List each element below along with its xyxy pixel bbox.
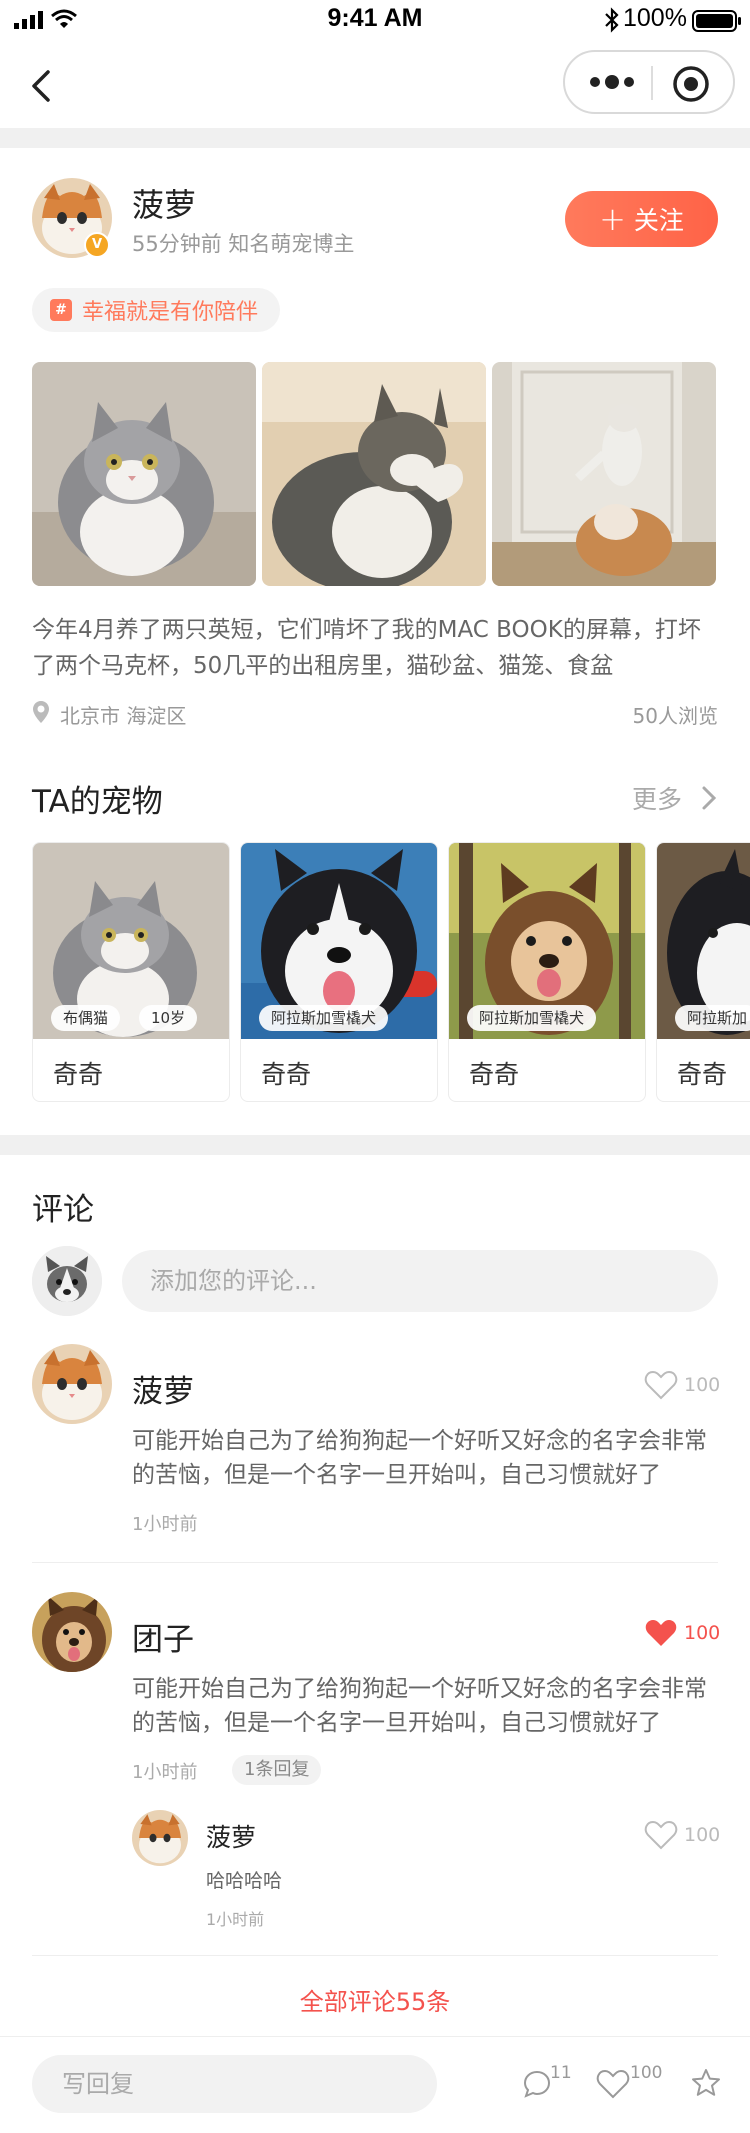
comment-like-count: 100 <box>684 1374 721 1396</box>
follow-label: 关注 <box>633 206 684 235</box>
heart-outline-icon[interactable] <box>596 2069 630 2099</box>
reply-like-count: 100 <box>684 1824 721 1846</box>
heart-outline-icon[interactable] <box>644 1820 678 1850</box>
mini-program-capsule <box>563 50 735 114</box>
pet-name: 奇奇 <box>677 1060 728 1089</box>
bottom-bar: 写回复 11 100 <box>0 2036 750 2133</box>
battery-percent: 100% <box>623 4 687 32</box>
reply-author[interactable]: 菠萝 <box>206 1818 256 1854</box>
pet-tag: 阿拉斯加 <box>675 1005 750 1031</box>
comment-divider <box>32 1955 718 1956</box>
author-meta: 55分钟前 知名萌宠博主 <box>132 232 355 256</box>
battery-icon <box>692 10 741 32</box>
comment-bubble-icon[interactable] <box>522 2069 552 2099</box>
pet-card[interactable]: 阿拉斯加雪橇犬 奇奇 <box>240 842 438 1102</box>
reply-avatar[interactable] <box>132 1810 188 1866</box>
heart-outline-icon[interactable] <box>644 1370 678 1400</box>
pet-name: 奇奇 <box>469 1060 520 1089</box>
status-bar: 9:41 AM 100% <box>0 0 750 40</box>
comment-author[interactable]: 团子 <box>132 1614 194 1659</box>
author-name[interactable]: 菠萝 <box>132 180 196 226</box>
location-pin-icon <box>33 701 49 723</box>
post-image-2[interactable] <box>262 362 486 586</box>
all-comments-link[interactable]: 全部评论55条 <box>0 1982 750 2017</box>
section-divider <box>0 128 750 148</box>
pet-tag: 10岁 <box>139 1005 198 1031</box>
comment-like-count: 100 <box>684 1622 721 1644</box>
comment-text: 可能开始自己为了给狗狗起一个好听又好念的名字会非常的苦恼，但是一个名字一旦开始叫… <box>132 1676 707 1736</box>
like-count: 100 <box>630 2063 663 2083</box>
section-divider <box>0 1135 750 1155</box>
reply-time: 1小时前 <box>206 1910 265 1929</box>
pet-name: 奇奇 <box>53 1060 104 1089</box>
reply-text: 哈哈哈哈 <box>206 1870 283 1892</box>
verified-badge: V <box>84 232 110 258</box>
pet-card[interactable]: 阿拉斯加 奇奇 <box>656 842 750 1102</box>
follow-button[interactable]: + 关注 <box>565 191 718 247</box>
post-location: 北京市 海淀区 <box>60 704 187 728</box>
reply-input[interactable]: 写回复 <box>32 2055 437 2113</box>
comment-time: 1小时前 <box>132 1514 198 1535</box>
pet-tag: 阿拉斯加雪橇犬 <box>259 1005 389 1031</box>
bluetooth-icon <box>605 7 619 33</box>
capsule-divider <box>651 66 653 100</box>
comment-input[interactable]: 添加您的评论... <box>122 1250 718 1312</box>
nav-bar <box>0 40 750 128</box>
pets-more-link[interactable]: 更多 <box>632 780 682 816</box>
pet-card[interactable]: 阿拉斯加雪橇犬 奇奇 <box>448 842 646 1102</box>
more-dots-icon[interactable] <box>585 62 639 102</box>
pet-name: 奇奇 <box>261 1060 312 1089</box>
star-icon[interactable] <box>690 2067 722 2099</box>
comment-divider <box>32 1562 718 1563</box>
topic-tag[interactable]: # 幸福就是有你陪伴 <box>32 288 281 332</box>
heart-filled-icon[interactable] <box>644 1618 678 1648</box>
comment-avatar[interactable] <box>32 1592 112 1672</box>
pet-card[interactable]: 布偶猫 10岁 奇奇 <box>32 842 230 1102</box>
comment-time: 1小时前 <box>132 1762 198 1783</box>
topic-text: 幸福就是有你陪伴 <box>82 300 259 325</box>
pet-tag: 布偶猫 <box>51 1005 121 1031</box>
comments-section-title: 评论 <box>32 1192 94 1228</box>
plus-icon: + <box>599 200 626 238</box>
pet-tag: 阿拉斯加雪橇犬 <box>467 1005 597 1031</box>
comment-count: 11 <box>550 2063 572 2083</box>
comment-author[interactable]: 菠萝 <box>132 1366 194 1411</box>
chevron-right-icon[interactable] <box>700 784 718 812</box>
post-views: 50人浏览 <box>632 704 718 728</box>
post-image-3[interactable] <box>492 362 716 586</box>
post-text: 今年4月养了两只英短，它们啃坏了我的MAC BOOK的屏幕，打坏了两个马克杯，5… <box>32 617 701 679</box>
comment-avatar[interactable] <box>32 1344 112 1424</box>
target-icon[interactable] <box>671 64 711 104</box>
my-avatar <box>32 1246 102 1316</box>
back-arrow-icon[interactable] <box>24 66 60 106</box>
pets-section-title: TA的宠物 <box>32 784 163 820</box>
reply-count-chip[interactable]: 1条回复 <box>232 1755 322 1785</box>
comment-text: 可能开始自己为了给狗狗起一个好听又好念的名字会非常的苦恼，但是一个名字一旦开始叫… <box>132 1428 707 1488</box>
hashtag-icon: # <box>50 299 72 321</box>
post-image-1[interactable] <box>32 362 256 586</box>
